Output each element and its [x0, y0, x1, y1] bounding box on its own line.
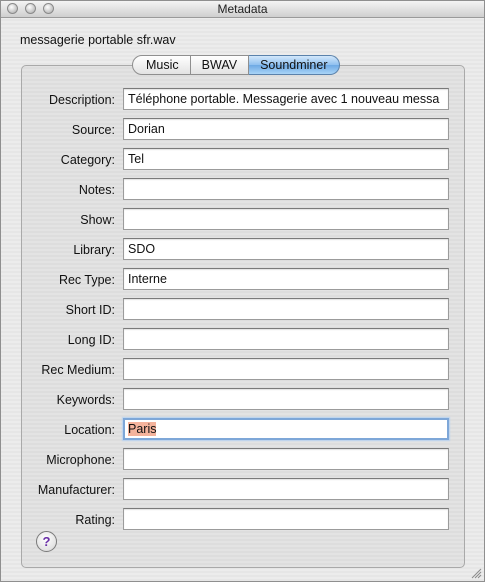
row-location: Location: Paris [21, 418, 451, 442]
category-label: Category: [60, 153, 115, 167]
row-show: Show: [21, 208, 451, 232]
file-name: messagerie portable sfr.wav [20, 33, 176, 47]
microphone-label: Microphone: [46, 453, 115, 467]
rating-label: Rating: [75, 513, 115, 527]
rec-type-label: Rec Type: [58, 273, 115, 287]
location-selected-text: Paris [128, 422, 157, 436]
source-label: Source: [71, 123, 115, 137]
manufacturer-field[interactable] [123, 478, 449, 500]
rec-type-field[interactable]: Interne [123, 268, 449, 290]
window-title: Metadata [217, 2, 268, 16]
description-field[interactable]: Téléphone portable. Messagerie avec 1 no… [123, 88, 449, 110]
short-id-field[interactable] [123, 298, 449, 320]
row-notes: Notes: [21, 178, 451, 202]
notes-field[interactable] [123, 178, 449, 200]
tab-bwav[interactable]: BWAV [190, 55, 250, 75]
row-rec-medium: Rec Medium: [21, 358, 451, 382]
long-id-label: Long ID: [67, 333, 115, 347]
show-label: Show: [80, 213, 115, 227]
location-field[interactable]: Paris [123, 418, 449, 440]
short-id-label: Short ID: [65, 303, 115, 317]
row-microphone: Microphone: [21, 448, 451, 472]
rec-medium-field[interactable] [123, 358, 449, 380]
row-manufacturer: Manufacturer: [21, 478, 451, 502]
rating-field[interactable] [123, 508, 449, 530]
source-field[interactable]: Dorian [123, 118, 449, 140]
tab-music[interactable]: Music [132, 55, 191, 75]
manufacturer-label: Manufacturer: [37, 483, 115, 497]
row-rating: Rating: [21, 508, 451, 532]
category-field[interactable]: Tel [123, 148, 449, 170]
library-field[interactable]: SDO [123, 238, 449, 260]
long-id-field[interactable] [123, 328, 449, 350]
row-rec-type: Rec Type: Interne [21, 268, 451, 292]
description-label: Description: [49, 93, 115, 107]
row-long-id: Long ID: [21, 328, 451, 352]
metadata-window: Metadata messagerie portable sfr.wav Mus… [0, 0, 485, 582]
library-label: Library: [73, 243, 115, 257]
microphone-field[interactable] [123, 448, 449, 470]
row-short-id: Short ID: [21, 298, 451, 322]
show-field[interactable] [123, 208, 449, 230]
title-bar[interactable]: Metadata [1, 1, 484, 18]
tab-bar: Music BWAV Soundminer [132, 55, 341, 75]
resize-grip-icon[interactable] [471, 568, 482, 579]
row-library: Library: SDO [21, 238, 451, 262]
row-source: Source: Dorian [21, 118, 451, 142]
row-category: Category: Tel [21, 148, 451, 172]
tab-soundminer[interactable]: Soundminer [249, 55, 341, 75]
location-label: Location: [64, 423, 115, 437]
keywords-label: Keywords: [56, 393, 115, 407]
row-description: Description: Téléphone portable. Message… [21, 88, 451, 112]
help-button[interactable]: ? [36, 531, 57, 552]
notes-label: Notes: [78, 183, 115, 197]
row-keywords: Keywords: [21, 388, 451, 412]
keywords-field[interactable] [123, 388, 449, 410]
rec-medium-label: Rec Medium: [41, 363, 115, 377]
